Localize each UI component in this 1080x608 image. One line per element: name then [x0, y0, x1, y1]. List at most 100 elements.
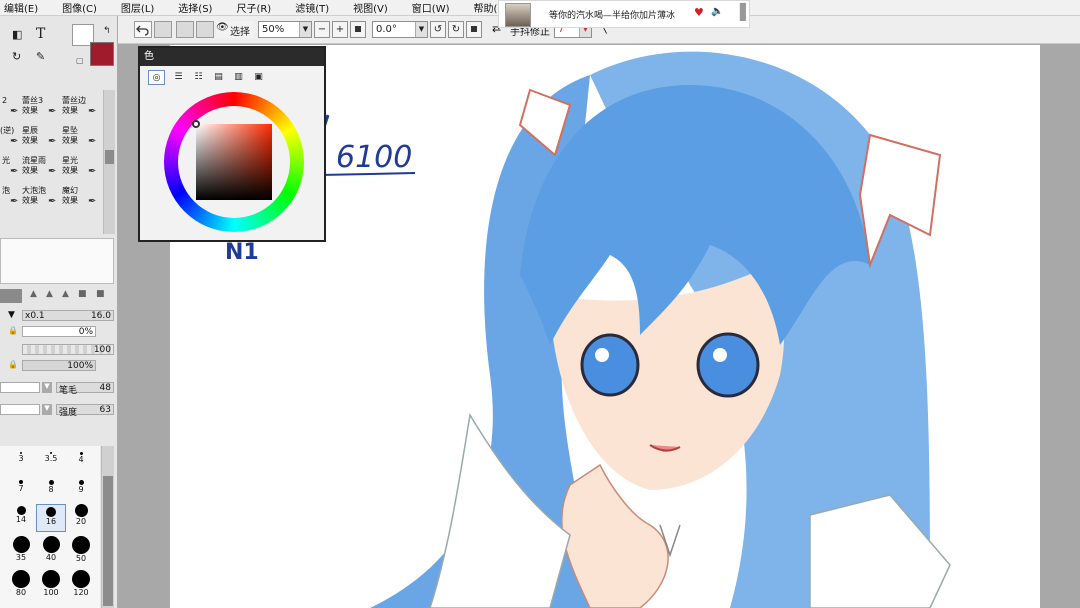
redo-button[interactable] — [154, 21, 172, 38]
saturation-value-square[interactable] — [196, 124, 272, 200]
brush-cell[interactable]: 蕾丝3 效果 — [22, 96, 43, 116]
brush-size-cell[interactable]: 80 — [6, 570, 36, 597]
menu-select[interactable]: 选择(S) — [178, 0, 212, 15]
brush-cell[interactable]: 大泡泡 效果 — [22, 186, 46, 206]
bristle-dropdown[interactable] — [0, 382, 40, 393]
brush-size-cell[interactable]: 35 — [6, 536, 36, 562]
min-size-slider[interactable]: 0% — [22, 326, 96, 337]
brush-cell[interactable]: 魔幻 效果 — [62, 186, 78, 206]
brush-cell[interactable]: 光 — [2, 156, 10, 166]
zoom-combo[interactable]: 50% ▼ — [258, 21, 312, 38]
brush-size-cell[interactable]: 4 — [66, 452, 96, 464]
menu-image[interactable]: 图像(C) — [62, 0, 97, 15]
menu-filter[interactable]: 滤镜(T) — [295, 0, 329, 15]
undo-button[interactable] — [134, 21, 152, 38]
chevron-down-icon[interactable]: ▼ — [42, 382, 52, 393]
left-tool-panel: ◧ T ↻ ✎ ↰ ▢ 2 蕾丝3 效果 蕾丝边 效果 (逆) 星辰 效果 星坠… — [0, 16, 118, 608]
invert-button[interactable] — [196, 21, 214, 38]
right-eye — [696, 332, 760, 398]
brush-size-cell[interactable]: 14 — [6, 506, 36, 524]
size-slider[interactable]: x0.1 16.0 — [22, 310, 114, 321]
eyedropper-icon[interactable]: ✎ — [36, 50, 45, 63]
brush-size-cell[interactable]: 3 — [6, 452, 36, 463]
shape-icon[interactable]: ▲ — [46, 289, 53, 299]
picker-cursor[interactable] — [192, 120, 200, 128]
zoom-out-button[interactable]: − — [314, 21, 330, 38]
shape-icon[interactable]: ■ — [78, 289, 87, 299]
brush-cell[interactable]: 星坠 效果 — [62, 126, 78, 146]
menu-layer[interactable]: 图层(L) — [121, 0, 154, 15]
right-eye-highlight — [713, 348, 727, 362]
text-tool-icon[interactable]: T — [36, 26, 45, 42]
menu-window[interactable]: 窗口(W) — [412, 0, 450, 15]
swatches-tab-icon[interactable]: ▥ — [230, 70, 247, 85]
shape-dropdown[interactable] — [0, 289, 22, 303]
hsv-slider-tab-icon[interactable]: ☷ — [190, 70, 207, 85]
opacity-slider[interactable]: 100% — [22, 360, 96, 371]
lock-icon[interactable]: 🔒 — [8, 360, 18, 369]
density-slider[interactable]: 100 — [22, 344, 114, 355]
secondary-color-swatch[interactable] — [90, 42, 114, 66]
brush-cell[interactable]: 星光 效果 — [62, 156, 78, 176]
shape-icon[interactable]: ■ — [96, 289, 105, 299]
music-notification[interactable]: 等你的汽水喝—半给你加片薄冰 ♥ 🔈 ■ ■ ■ — [498, 0, 750, 28]
chevron-down-icon[interactable]: ▼ — [8, 310, 15, 320]
brush-icon: ✒ — [48, 196, 57, 207]
bristle-label: 笔毛 — [59, 386, 78, 396]
scratchpad-tab-icon[interactable]: ▣ — [250, 70, 267, 85]
reset-colors-icon[interactable]: ▢ — [76, 56, 84, 65]
menu-ruler[interactable]: 尺子(R) — [236, 0, 271, 15]
brush-cell[interactable]: 流星雨 效果 — [22, 156, 46, 176]
brush-cell[interactable]: 星辰 效果 — [22, 126, 38, 146]
menu-view[interactable]: 视图(V) — [353, 0, 388, 15]
brush-size-cell[interactable]: 9 — [66, 480, 96, 494]
brush-size-cell[interactable]: 40 — [36, 536, 66, 562]
brush-size-cell[interactable]: 8 — [36, 480, 66, 494]
brush-scrollbar[interactable] — [103, 90, 115, 234]
lock-icon[interactable]: 🔒 — [8, 326, 18, 335]
strength-label: 强度 — [59, 408, 78, 418]
brush-cell[interactable]: (逆) — [0, 126, 14, 136]
brush-size-cell[interactable]: 50 — [66, 536, 96, 563]
strength-dropdown[interactable] — [0, 404, 40, 415]
swap-colors-icon[interactable]: ↰ — [103, 26, 111, 36]
zoom-in-button[interactable]: + — [332, 21, 348, 38]
volume-icon[interactable]: 🔈 — [711, 6, 723, 17]
deselect-button[interactable] — [176, 21, 194, 38]
rotate-reset-button[interactable] — [466, 21, 482, 38]
brush-size-cell[interactable]: 3.5 — [36, 452, 66, 463]
select-tool-icon[interactable]: ◧ — [12, 28, 22, 41]
color-wheel-tab-icon[interactable]: ◎ — [148, 70, 165, 85]
mixer-tab-icon[interactable]: ▤ — [210, 70, 227, 85]
brush-size-cell[interactable]: 7 — [6, 480, 36, 493]
rgb-slider-tab-icon[interactable]: ☰ — [170, 70, 187, 85]
strength-value: 63 — [99, 405, 111, 415]
select-toggle[interactable]: 👁 选择 — [216, 21, 254, 38]
shape-icon[interactable]: ▲ — [30, 289, 37, 299]
brush-size-cell-selected[interactable]: 16 — [36, 504, 66, 532]
brush-cell[interactable]: 蕾丝边 效果 — [62, 96, 86, 116]
brush-cell[interactable]: 泡 — [2, 186, 10, 196]
scrollbar-thumb[interactable] — [105, 150, 114, 164]
hand-tool-icon[interactable]: ↻ — [12, 50, 21, 63]
shape-icon[interactable]: ▲ — [62, 289, 69, 299]
scrollbar-thumb[interactable] — [103, 476, 113, 606]
left-eye — [580, 333, 640, 397]
strength-slider[interactable]: 强度 63 — [56, 404, 114, 418]
size-scrollbar[interactable] — [101, 446, 114, 608]
bristle-slider[interactable]: 笔毛 48 — [56, 382, 114, 396]
brush-size-cell[interactable]: 120 — [66, 570, 96, 597]
brush-cell[interactable]: 2 — [2, 96, 7, 106]
chevron-down-icon[interactable]: ▼ — [42, 404, 52, 415]
brush-icon: ✒ — [48, 106, 57, 117]
brush-size-cell[interactable]: 100 — [36, 570, 66, 597]
size-value: 16.0 — [90, 311, 111, 321]
brush-size-cell[interactable]: 20 — [66, 504, 96, 526]
menu-edit[interactable]: 编辑(E) — [4, 0, 38, 15]
rotate-right-button[interactable]: ↻ — [448, 21, 464, 38]
rotate-left-button[interactable]: ↺ — [430, 21, 446, 38]
zoom-reset-button[interactable] — [350, 21, 366, 38]
menu-dots-icon[interactable]: ■ ■ ■ — [739, 2, 747, 22]
heart-icon[interactable]: ♥ — [694, 6, 704, 19]
rotation-combo[interactable]: 0.0° ▼ — [372, 21, 428, 38]
